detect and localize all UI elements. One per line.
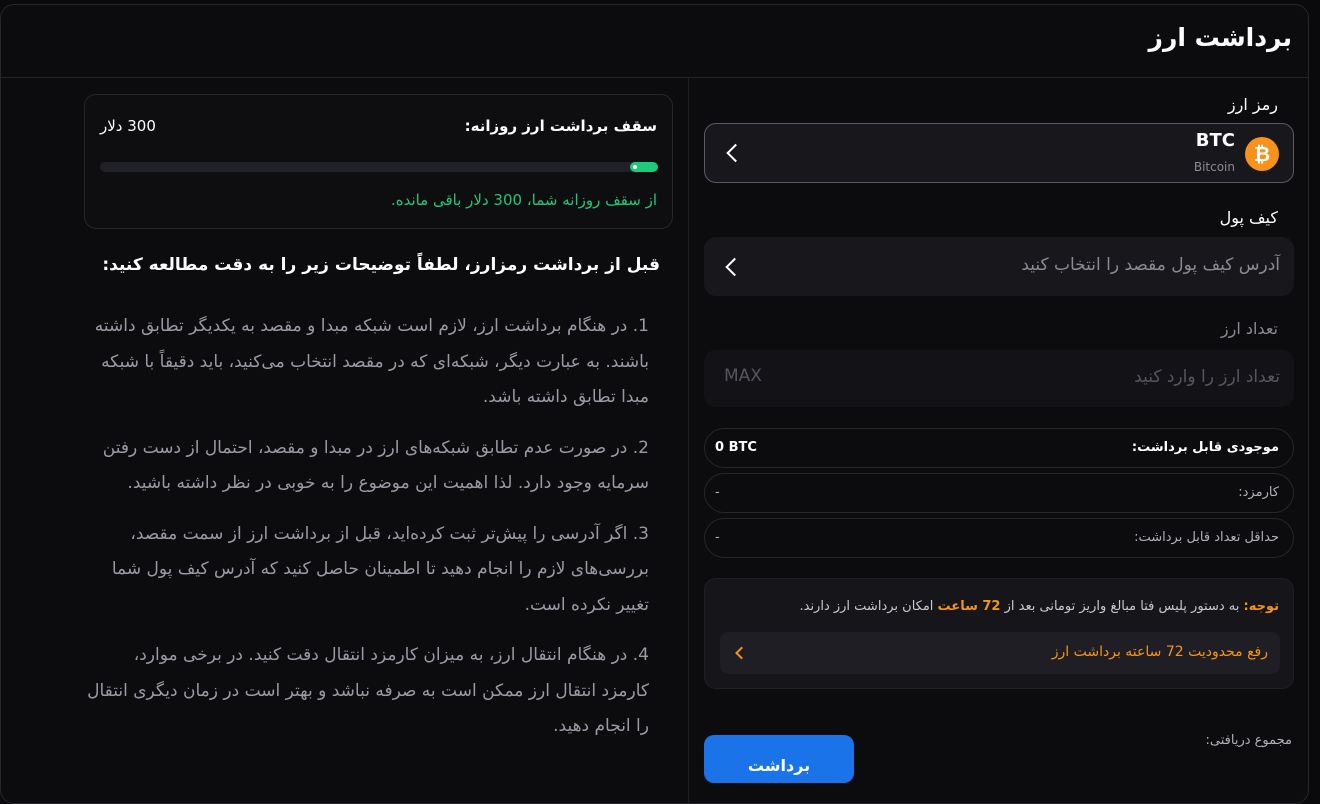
coin-label: رمز ارز — [1227, 95, 1278, 114]
fee-row: کارمزد: - — [704, 473, 1294, 513]
daily-limit-card: سقف برداشت ارز روزانه: 300 دلار از سقف ر… — [84, 94, 673, 229]
min-withdraw-value: - — [715, 530, 720, 545]
wallet-label: کیف پول — [1219, 208, 1278, 227]
chevron-left-icon — [735, 646, 748, 660]
wallet-placeholder: آدرس کیف پول مقصد را انتخاب کنید — [1021, 255, 1280, 275]
guide-item: 4. در هنگام انتقال ارز، به میزان کارمزد … — [84, 638, 649, 745]
amount-placeholder: تعداد ارز را وارد کنید — [1134, 367, 1280, 387]
panel-header: برداشت ارز — [1, 5, 1308, 78]
wallet-selector[interactable]: آدرس کیف پول مقصد را انتخاب کنید — [704, 237, 1294, 296]
notice-text: توجه: به دستور پلیس فتا مبالغ واریز توما… — [799, 599, 1279, 614]
guide-item-text: اگر آدرسی را پیش‌تر ثبت کرده‌اید، قبل از… — [111, 523, 649, 615]
guide-item: 1. در هنگام برداشت ارز، لازم است شبکه مب… — [84, 309, 649, 416]
guide-item-number: 3. — [632, 523, 649, 544]
page-title: برداشت ارز — [1148, 23, 1292, 52]
guide-item-number: 4. — [632, 645, 649, 665]
guide-item: 2. در صورت عدم تطابق شبکه‌های ارز در مبد… — [84, 431, 649, 502]
chevron-left-icon — [726, 143, 745, 163]
notice-hours: 72 ساعت — [937, 599, 1001, 614]
withdraw-panel: برداشت ارز رمز ارز ₿ BTC Bitcoin کیف پول… — [0, 4, 1309, 804]
notice-after-hours: امکان برداشت ارز دارند. — [799, 599, 938, 614]
notice-box: توجه: به دستور پلیس فتا مبالغ واریز توما… — [704, 578, 1294, 689]
guide-item-number: 2. — [632, 437, 649, 458]
daily-limit-progress-fill — [630, 162, 658, 172]
fee-value: - — [715, 485, 720, 500]
guide-item-text: در هنگام برداشت ارز، لازم است شبکه مبدا … — [94, 316, 649, 407]
guide-item-text: در هنگام انتقال ارز، به میزان کارمزد انت… — [87, 645, 649, 736]
withdraw-button[interactable]: برداشت — [704, 735, 854, 783]
daily-limit-value: 300 دلار — [100, 117, 156, 135]
guide-list: 1. در هنگام برداشت ارز، لازم است شبکه مب… — [84, 309, 649, 760]
guide-item: 3. اگر آدرسی را پیش‌تر ثبت کرده‌اید، قبل… — [84, 517, 649, 624]
total-received-label: مجموع دریافتی: — [1205, 733, 1292, 748]
column-divider — [688, 78, 689, 803]
available-balance-row: موجودی قابل برداشت: 0 BTC — [704, 428, 1294, 468]
lift-restriction-link[interactable]: رفع محدودیت 72 ساعته برداشت ارز — [720, 632, 1280, 674]
daily-limit-remaining: از سقف روزانه شما، 300 دلار باقی مانده. — [390, 191, 657, 209]
bitcoin-icon: ₿ — [1245, 137, 1279, 171]
daily-limit-title: سقف برداشت ارز روزانه: — [464, 117, 657, 135]
notice-prefix: توجه: — [1243, 599, 1279, 614]
available-balance-label: موجودی قابل برداشت: — [1131, 440, 1279, 455]
guide-item-text: در صورت عدم تطابق شبکه‌های ارز در مبدا و… — [102, 437, 649, 494]
guide-title: قبل از برداشت رمزارز، لطفاً توضیحات زیر … — [102, 255, 660, 275]
amount-label: تعداد ارز — [1220, 319, 1278, 338]
guide-item-number: 1. — [632, 316, 649, 336]
available-balance-value: 0 BTC — [715, 440, 757, 455]
coin-selector[interactable]: ₿ BTC Bitcoin — [704, 123, 1294, 183]
min-withdraw-label: حداقل تعداد قابل برداشت: — [1134, 530, 1279, 545]
daily-limit-progress — [100, 162, 658, 172]
chevron-left-icon — [725, 257, 744, 276]
lift-restriction-text: رفع محدودیت 72 ساعته برداشت ارز — [1051, 644, 1268, 660]
min-withdraw-row: حداقل تعداد قابل برداشت: - — [704, 518, 1294, 558]
notice-before-hours: به دستور پلیس فتا مبالغ واریز تومانی بعد… — [1000, 599, 1244, 614]
coin-name: Bitcoin — [1193, 160, 1235, 174]
fee-label: کارمزد: — [1238, 485, 1279, 500]
amount-input[interactable]: تعداد ارز را وارد کنید MAX — [704, 350, 1294, 407]
max-button[interactable]: MAX — [724, 366, 762, 386]
coin-symbol: BTC — [1195, 130, 1235, 151]
